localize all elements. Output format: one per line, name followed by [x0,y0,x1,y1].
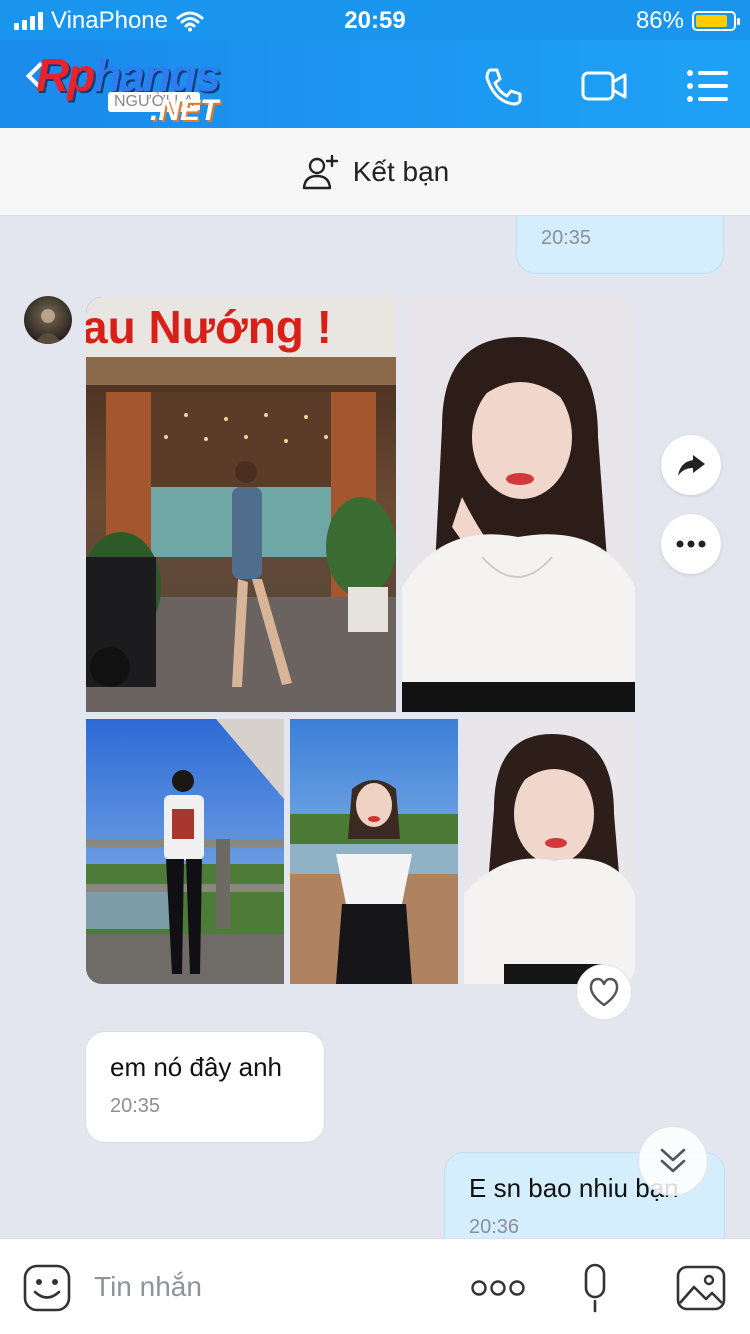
message-bubble-outgoing[interactable]: 20:35 [516,216,724,274]
message-time: 20:35 [110,1095,161,1117]
image-icon[interactable] [676,1263,726,1313]
heart-icon [589,977,619,1007]
more-dots-icon[interactable] [470,1263,526,1313]
sign-text: au Nướng ! [86,301,332,353]
message-time: 20:35 [541,227,592,249]
battery-icon [692,11,740,31]
menu-list-icon[interactable] [684,62,732,110]
add-friend-button[interactable]: Kết bạn [0,128,750,216]
album-photo[interactable] [290,719,458,984]
message-composer: Tin nhắn [0,1238,750,1334]
logo-part-4: .NET [150,94,219,127]
album-photo[interactable]: au Nướng ! [86,297,396,712]
emoji-icon[interactable] [22,1263,72,1313]
message-text: em nó đây anh [110,1052,283,1082]
message-list[interactable]: 20:35 au Nướng ! em nó đây anh 20:35 E s… [0,216,750,1238]
microphone-icon[interactable] [570,1263,620,1313]
video-call-icon[interactable] [580,62,628,110]
add-user-icon [302,154,338,189]
share-button[interactable] [661,435,721,495]
add-friend-label: Kết bạn [352,155,450,187]
status-bar: VinaPhone 20:59 86% [0,0,750,40]
react-button[interactable] [576,964,632,1020]
more-options-button[interactable] [661,514,721,574]
more-dots-icon [676,540,706,548]
album-photo[interactable] [464,719,635,984]
message-input[interactable]: Tin nhắn [94,1271,202,1303]
avatar[interactable] [24,296,72,344]
scroll-to-bottom-button[interactable] [638,1126,708,1196]
battery-group: 86% [635,7,740,35]
logo-part-1: Rp [36,49,95,101]
share-arrow-icon [678,455,705,476]
album-photo[interactable] [402,297,635,712]
album-photo[interactable] [86,719,284,984]
message-time: 20:36 [469,1216,520,1238]
watermark-logo: Rphangs NGƯỜI LẠ .NET [36,48,276,128]
chat-header: Rphangs NGƯỜI LẠ .NET [0,40,750,128]
chevron-double-down-icon [660,1148,686,1173]
message-bubble-incoming[interactable]: em nó đây anh 20:35 [85,1031,325,1143]
phone-icon[interactable] [480,62,528,110]
battery-percent: 86% [635,7,684,34]
